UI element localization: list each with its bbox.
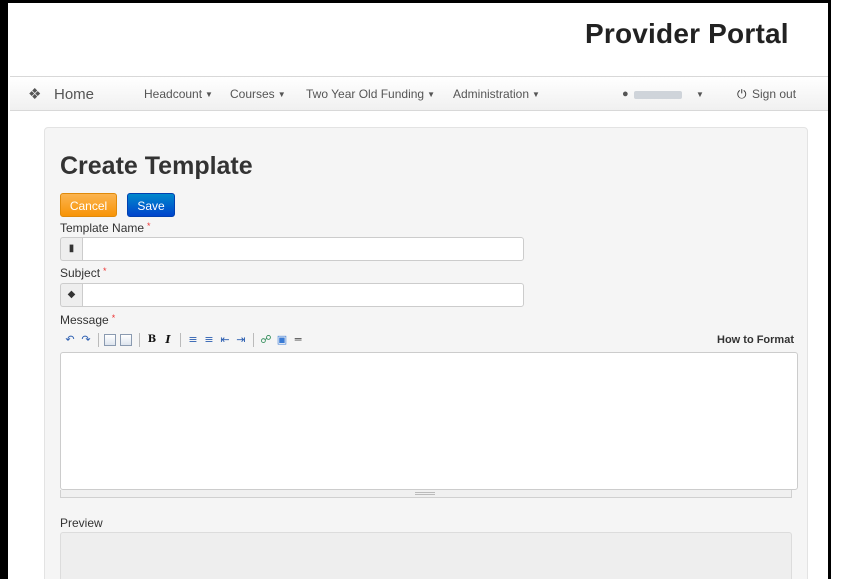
- nav-two-year-old-funding-label: Two Year Old Funding: [306, 87, 425, 101]
- subject-input[interactable]: [82, 283, 524, 307]
- message-label-text: Message: [60, 313, 109, 327]
- subject-label-text: Subject: [60, 266, 101, 280]
- required-marker: *: [147, 221, 151, 231]
- redo-icon[interactable]: ↷: [79, 333, 93, 347]
- page-title: Create Template: [60, 152, 253, 180]
- toolbar-separator: [253, 333, 254, 347]
- required-marker: *: [111, 313, 116, 323]
- toolbar-separator: [98, 333, 99, 347]
- link-icon[interactable]: ☍: [259, 333, 273, 347]
- template-name-group: ▮: [60, 237, 524, 261]
- chevron-down-icon: ▼: [532, 90, 540, 100]
- nav-home-link[interactable]: Home: [54, 77, 94, 112]
- bullet-list-icon[interactable]: ≡: [186, 333, 200, 347]
- window-frame-top: [0, 0, 831, 3]
- subject-label: Subject *: [60, 266, 107, 280]
- italic-icon[interactable]: I: [161, 333, 175, 347]
- sign-out-link[interactable]: Sign out: [752, 77, 796, 112]
- indent-icon[interactable]: ⇥: [234, 333, 248, 347]
- message-label: Message *: [60, 313, 115, 327]
- editor-resize-handle[interactable]: [60, 490, 792, 498]
- user-name-redacted[interactable]: [634, 91, 682, 99]
- chevron-down-icon: ▼: [205, 90, 213, 100]
- preview-label: Preview: [60, 516, 103, 530]
- power-icon[interactable]: ⏻: [737, 77, 747, 112]
- user-icon[interactable]: ●: [622, 77, 629, 112]
- chevron-down-icon: ▼: [277, 90, 286, 100]
- chevron-down-icon: ▼: [427, 90, 435, 100]
- window-frame-left: [0, 0, 8, 579]
- numbered-list-icon[interactable]: ≡: [202, 333, 216, 347]
- template-name-label-text: Template Name: [60, 221, 145, 235]
- image-icon[interactable]: ▣: [275, 333, 289, 347]
- source-icon[interactable]: [104, 334, 116, 346]
- user-menu-chevron-down-icon[interactable]: ▼: [696, 77, 704, 112]
- undo-icon[interactable]: ↶: [63, 333, 77, 347]
- file-icon: ▮: [60, 237, 82, 261]
- home-icon[interactable]: ❖: [28, 77, 41, 112]
- required-marker: *: [103, 266, 107, 276]
- nav-administration-menu[interactable]: Administration ▼: [453, 77, 540, 112]
- nav-headcount-label: Headcount: [144, 87, 203, 101]
- bold-icon[interactable]: B: [145, 333, 159, 347]
- nav-headcount-menu[interactable]: Headcount ▼: [144, 77, 213, 112]
- how-to-format-link[interactable]: How to Format: [717, 334, 794, 346]
- toolbar-separator: [139, 333, 140, 347]
- outside-area: [831, 0, 845, 579]
- tag-icon: ◆: [60, 283, 82, 307]
- toolbar-separator: [180, 333, 181, 347]
- template-name-input[interactable]: [82, 237, 524, 261]
- save-button[interactable]: Save: [127, 193, 175, 217]
- top-navbar: ❖ Home Headcount ▼ Courses ▼ Two Year Old …: [10, 76, 828, 111]
- subject-group: ◆: [60, 283, 524, 307]
- nav-two-year-old-funding-menu[interactable]: Two Year Old Funding ▼: [306, 77, 435, 112]
- preview-icon[interactable]: [120, 334, 132, 346]
- preview-box: [60, 532, 792, 579]
- message-editor[interactable]: [60, 352, 798, 490]
- app-title: Provider Portal: [585, 18, 789, 49]
- nav-administration-label: Administration: [453, 87, 530, 101]
- nav-courses-menu[interactable]: Courses ▼: [230, 77, 286, 112]
- cancel-button[interactable]: Cancel: [60, 193, 117, 217]
- editor-toolbar: ↶ ↷ B I ≡ ≡ ⇤ ⇥ ☍ ▣ ═: [63, 331, 307, 349]
- nav-courses-label: Courses: [230, 87, 275, 101]
- resize-grip-icon: [415, 492, 435, 495]
- template-name-label: Template Name *: [60, 221, 151, 235]
- horizontal-rule-icon[interactable]: ═: [291, 333, 305, 347]
- outdent-icon[interactable]: ⇤: [218, 333, 232, 347]
